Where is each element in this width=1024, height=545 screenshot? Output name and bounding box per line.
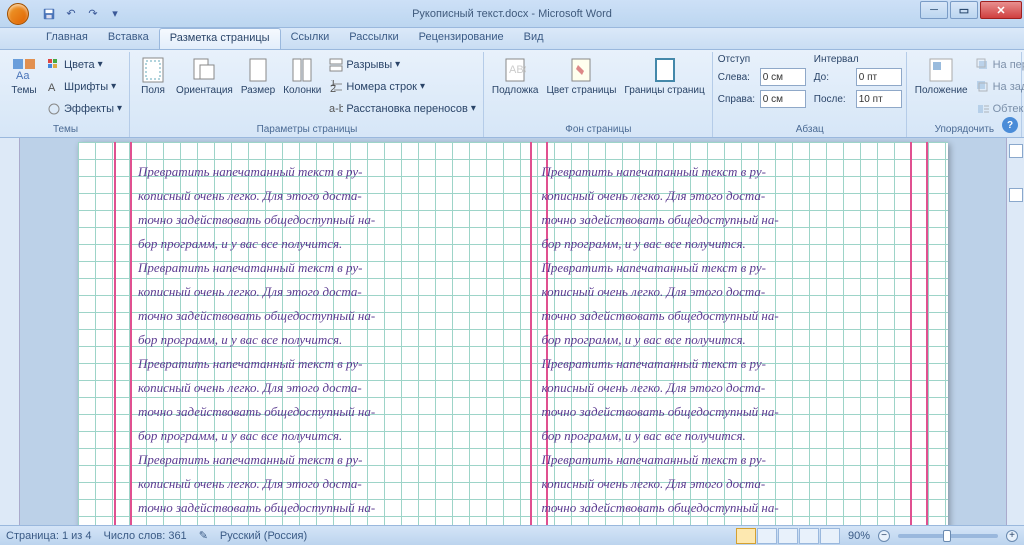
document-area: Превратить напечатанный текст в ру- копи… xyxy=(0,138,1024,525)
status-page[interactable]: Страница: 1 из 4 xyxy=(6,530,92,542)
vertical-ruler[interactable] xyxy=(0,138,20,525)
ribbon: Aa Темы Цвета ▾ AШрифты ▾ Эффекты ▾ Темы… xyxy=(0,50,1024,138)
page-color-button[interactable]: Цвет страницы xyxy=(544,54,620,98)
group-page-background: ABCПодложка Цвет страницы Границы страни… xyxy=(485,52,713,137)
hyphenation-button[interactable]: a-bРасстановка переносов ▾ xyxy=(326,98,479,119)
tab-view[interactable]: Вид xyxy=(514,28,554,49)
page-borders-button[interactable]: Границы страниц xyxy=(621,54,707,98)
breaks-button[interactable]: Разрывы ▾ xyxy=(326,54,479,75)
save-icon[interactable] xyxy=(40,5,58,23)
tab-mailings[interactable]: Рассылки xyxy=(339,28,408,49)
redo-icon[interactable]: ↷ xyxy=(84,5,102,23)
page[interactable]: Превратить напечатанный текст в ру- копи… xyxy=(78,142,948,525)
scroll-down-icon[interactable] xyxy=(1009,188,1023,202)
tab-home[interactable]: Главная xyxy=(36,28,98,49)
tab-references[interactable]: Ссылки xyxy=(281,28,340,49)
send-back-button[interactable]: На задний план ▾ xyxy=(973,76,1024,97)
size-button[interactable]: Размер xyxy=(238,54,278,98)
status-language[interactable]: Русский (Россия) xyxy=(220,530,307,542)
zoom-in-button[interactable]: + xyxy=(1006,530,1018,542)
svg-text:ABC: ABC xyxy=(509,64,526,76)
view-draft[interactable] xyxy=(820,528,840,544)
watermark-button[interactable]: ABCПодложка xyxy=(489,54,542,98)
title-bar: ↶ ↷ ▾ Рукописный текст.docx - Microsoft … xyxy=(0,0,1024,28)
themes-button[interactable]: Aa Темы xyxy=(6,54,42,98)
view-web-layout[interactable] xyxy=(778,528,798,544)
group-themes: Aa Темы Цвета ▾ AШрифты ▾ Эффекты ▾ Темы xyxy=(2,52,130,137)
maximize-button[interactable]: ▭ xyxy=(950,1,978,19)
zoom-out-button[interactable]: − xyxy=(878,530,890,542)
svg-text:a-b: a-b xyxy=(329,103,343,115)
svg-text:Aa: Aa xyxy=(16,70,30,82)
theme-effects-button[interactable]: Эффекты ▾ xyxy=(44,98,125,119)
qat-dropdown-icon[interactable]: ▾ xyxy=(106,5,124,23)
view-full-screen[interactable] xyxy=(757,528,777,544)
orientation-button[interactable]: Ориентация xyxy=(173,54,236,98)
spacing-after-input[interactable]: 10 пт xyxy=(856,90,902,108)
help-icon[interactable]: ? xyxy=(1002,117,1018,133)
close-button[interactable]: ✕ xyxy=(980,1,1022,19)
column-left[interactable]: Превратить напечатанный текст в ру- копи… xyxy=(138,160,500,525)
indent-left-input[interactable]: 0 см xyxy=(760,68,806,86)
minimize-button[interactable]: ─ xyxy=(920,1,948,19)
spacing-before-input[interactable]: 0 пт xyxy=(856,68,902,86)
theme-fonts-button[interactable]: AШрифты ▾ xyxy=(44,76,125,97)
svg-text:A: A xyxy=(48,82,56,94)
text-wrap-button[interactable]: Обтекание текстом ▾ xyxy=(973,98,1024,119)
document-scroll[interactable]: Превратить напечатанный текст в ру- копи… xyxy=(20,138,1006,525)
svg-text:2: 2 xyxy=(330,83,336,94)
bring-front-button[interactable]: На передний план ▾ xyxy=(973,54,1024,75)
zoom-value[interactable]: 90% xyxy=(848,530,870,542)
view-print-layout[interactable] xyxy=(736,528,756,544)
office-button[interactable] xyxy=(0,0,36,28)
tab-insert[interactable]: Вставка xyxy=(98,28,159,49)
indent-right-input[interactable]: 0 см xyxy=(760,90,806,108)
quick-access-toolbar: ↶ ↷ ▾ xyxy=(40,5,124,23)
zoom-slider[interactable] xyxy=(898,534,998,538)
theme-colors-button[interactable]: Цвета ▾ xyxy=(44,54,125,75)
columns-button[interactable]: Колонки xyxy=(280,54,324,98)
status-words[interactable]: Число слов: 361 xyxy=(104,530,187,542)
tab-page-layout[interactable]: Разметка страницы xyxy=(159,28,281,49)
scroll-up-icon[interactable] xyxy=(1009,144,1023,158)
tab-review[interactable]: Рецензирование xyxy=(409,28,514,49)
margins-button[interactable]: Поля xyxy=(135,54,171,98)
view-buttons xyxy=(736,528,840,544)
window-title: Рукописный текст.docx - Microsoft Word xyxy=(0,8,1024,20)
view-outline[interactable] xyxy=(799,528,819,544)
position-button[interactable]: Положение xyxy=(912,54,971,98)
status-proofing-icon[interactable]: ✎ xyxy=(199,529,208,542)
group-page-setup: Поля Ориентация Размер Колонки Разрывы ▾… xyxy=(131,52,484,137)
column-right[interactable]: Превратить напечатанный текст в ру- копи… xyxy=(542,160,904,525)
undo-icon[interactable]: ↶ xyxy=(62,5,80,23)
vertical-scrollbar[interactable] xyxy=(1006,138,1024,525)
group-paragraph: Отступ Слева:0 см Справа:0 см Интервал Д… xyxy=(714,52,907,137)
status-bar: Страница: 1 из 4 Число слов: 361 ✎ Русск… xyxy=(0,525,1024,545)
ribbon-tabs: Главная Вставка Разметка страницы Ссылки… xyxy=(0,28,1024,50)
line-numbers-button[interactable]: 12Номера строк ▾ xyxy=(326,76,479,97)
